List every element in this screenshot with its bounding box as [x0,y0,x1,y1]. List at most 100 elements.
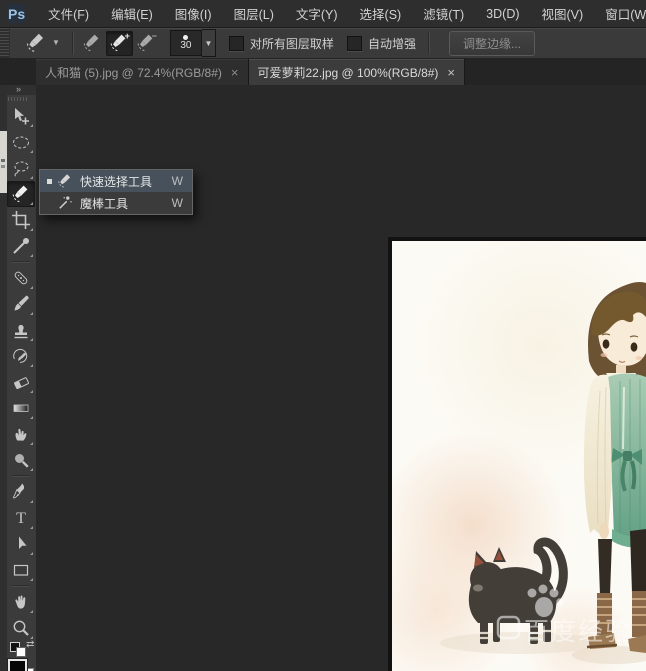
type-icon [11,508,31,528]
path-selection-icon [11,534,31,554]
brush-size-value: 30 [180,41,191,51]
photoshop-logo-icon: Ps [8,4,25,23]
tab-bar-spacer [0,59,36,85]
tool-clone-stamp[interactable] [7,317,35,343]
foreground-color-swatch[interactable] [8,659,27,671]
tool-crop[interactable] [7,207,35,233]
edge-sliver-mark [1,165,5,168]
photoshop-window: Ps 文件(F) 编辑(E) 图像(I) 图层(L) 文字(Y) 选择(S) 滤… [0,0,646,671]
menu-type[interactable]: 文字(Y) [285,0,349,27]
tool-spot-healing-brush[interactable] [7,265,35,291]
document-tab-2[interactable]: 可爱萝莉22.jpg @ 100%(RGB/8#) × [249,59,466,85]
options-bar-grip[interactable] [0,28,10,58]
tool-hand[interactable] [7,589,35,615]
tab-title: 人和猫 (5).jpg @ 72.4%(RGB/8#) [45,64,222,81]
add-to-selection-mode-button[interactable]: + [106,31,133,56]
quick-selection-flyout-menu: 快速选择工具 W 魔棒工具 W [39,169,193,215]
magic-wand-icon [57,195,73,211]
tool-path-selection[interactable] [7,531,35,557]
menu-edit[interactable]: 编辑(E) [100,0,164,27]
cropped-window-edge [0,131,7,193]
menu-image[interactable]: 图像(I) [164,0,223,27]
refine-edge-button[interactable]: 调整边缘... [449,31,535,56]
lasso-icon [11,158,31,178]
tool-group-separator [12,475,30,477]
document-tab-1[interactable]: 人和猫 (5).jpg @ 72.4%(RGB/8#) × [36,59,249,85]
canvas-image: 百度经验 [392,241,646,671]
swap-bg-icon [16,647,26,657]
healing-brush-icon [11,268,31,288]
menu-window[interactable]: 窗口(W) [594,0,646,27]
tool-dodge[interactable] [7,447,35,473]
plus-icon: + [125,32,130,41]
quick-selection-icon [11,184,31,204]
tool-smudge[interactable] [7,421,35,447]
flyout-item-magic-wand[interactable]: 魔棒工具 W [40,192,192,214]
gradient-icon [11,398,31,418]
tool-zoom[interactable] [7,615,35,641]
close-tab-icon[interactable]: × [447,66,455,79]
flyout-item-label: 快速选择工具 [80,173,172,190]
edge-sliver-mark [1,159,5,162]
auto-enhance-checkbox-row[interactable]: 自动增强 [347,35,416,52]
tool-lasso[interactable] [7,155,35,181]
menu-bar: Ps 文件(F) 编辑(E) 图像(I) 图层(L) 文字(Y) 选择(S) 滤… [0,0,646,28]
separator [72,32,74,54]
tools-panel-grip[interactable] [8,97,28,101]
eyedropper-icon [11,236,31,256]
tool-type[interactable] [7,505,35,531]
crop-icon [11,210,31,230]
separator [428,32,430,54]
workspace: » [0,85,646,671]
tool-elliptical-marquee[interactable] [7,129,35,155]
tool-move[interactable] [7,103,35,129]
brush-size-picker[interactable]: 30 [170,30,202,56]
tool-rectangle[interactable] [7,557,35,583]
close-tab-icon[interactable]: × [231,66,239,79]
sample-all-layers-checkbox-row[interactable]: 对所有图层取样 [229,35,334,52]
minus-icon: − [152,32,157,41]
auto-enhance-checkbox[interactable] [347,36,362,51]
tool-eyedropper[interactable] [7,233,35,259]
swap-colors-control[interactable]: ⇄ [9,641,35,656]
marquee-icon [11,132,31,152]
tool-brush[interactable] [7,291,35,317]
tool-history-brush[interactable] [7,343,35,369]
document-canvas[interactable]: 百度经验 [388,237,646,671]
new-selection-icon [82,33,102,53]
foreground-background-swatches[interactable] [8,659,35,671]
menu-filter[interactable]: 滤镜(T) [412,0,475,27]
watermark-text: 百度经验 [524,618,632,646]
chevron-down-icon: ▼ [204,39,212,48]
tool-pen[interactable] [7,479,35,505]
rectangle-icon [11,560,31,580]
flyout-item-shortcut: W [172,196,183,210]
menu-file[interactable]: 文件(F) [37,0,100,27]
hand-icon [11,592,31,612]
quick-selection-preset-icon [25,32,47,54]
menu-3d[interactable]: 3D(D) [475,0,530,27]
flyout-item-shortcut: W [172,174,183,188]
flyout-item-quick-selection[interactable]: 快速选择工具 W [40,170,192,192]
brush-icon [11,294,31,314]
tool-gradient[interactable] [7,395,35,421]
new-selection-mode-button[interactable] [79,31,106,56]
tool-quick-selection[interactable] [7,181,35,207]
menu-view[interactable]: 视图(V) [531,0,595,27]
sample-all-layers-checkbox[interactable] [229,36,244,51]
zoom-icon [11,618,31,638]
quick-selection-icon [57,173,73,189]
brush-size-dropdown-arrow[interactable]: ▼ [202,29,216,57]
current-tool-bullet-icon [47,179,52,184]
pen-icon [11,482,31,502]
tab-title: 可爱萝莉22.jpg @ 100%(RGB/8#) [258,64,439,81]
sample-all-layers-label: 对所有图层取样 [250,35,334,52]
auto-enhance-label: 自动增强 [368,35,416,52]
tool-preset-picker[interactable]: ▼ [18,32,67,54]
menu-select[interactable]: 选择(S) [349,0,413,27]
tool-group-separator [12,261,30,263]
subtract-from-selection-mode-button[interactable]: − [133,31,160,56]
chevron-down-icon: ▼ [52,39,60,47]
tool-eraser[interactable] [7,369,35,395]
menu-layer[interactable]: 图层(L) [223,0,285,27]
